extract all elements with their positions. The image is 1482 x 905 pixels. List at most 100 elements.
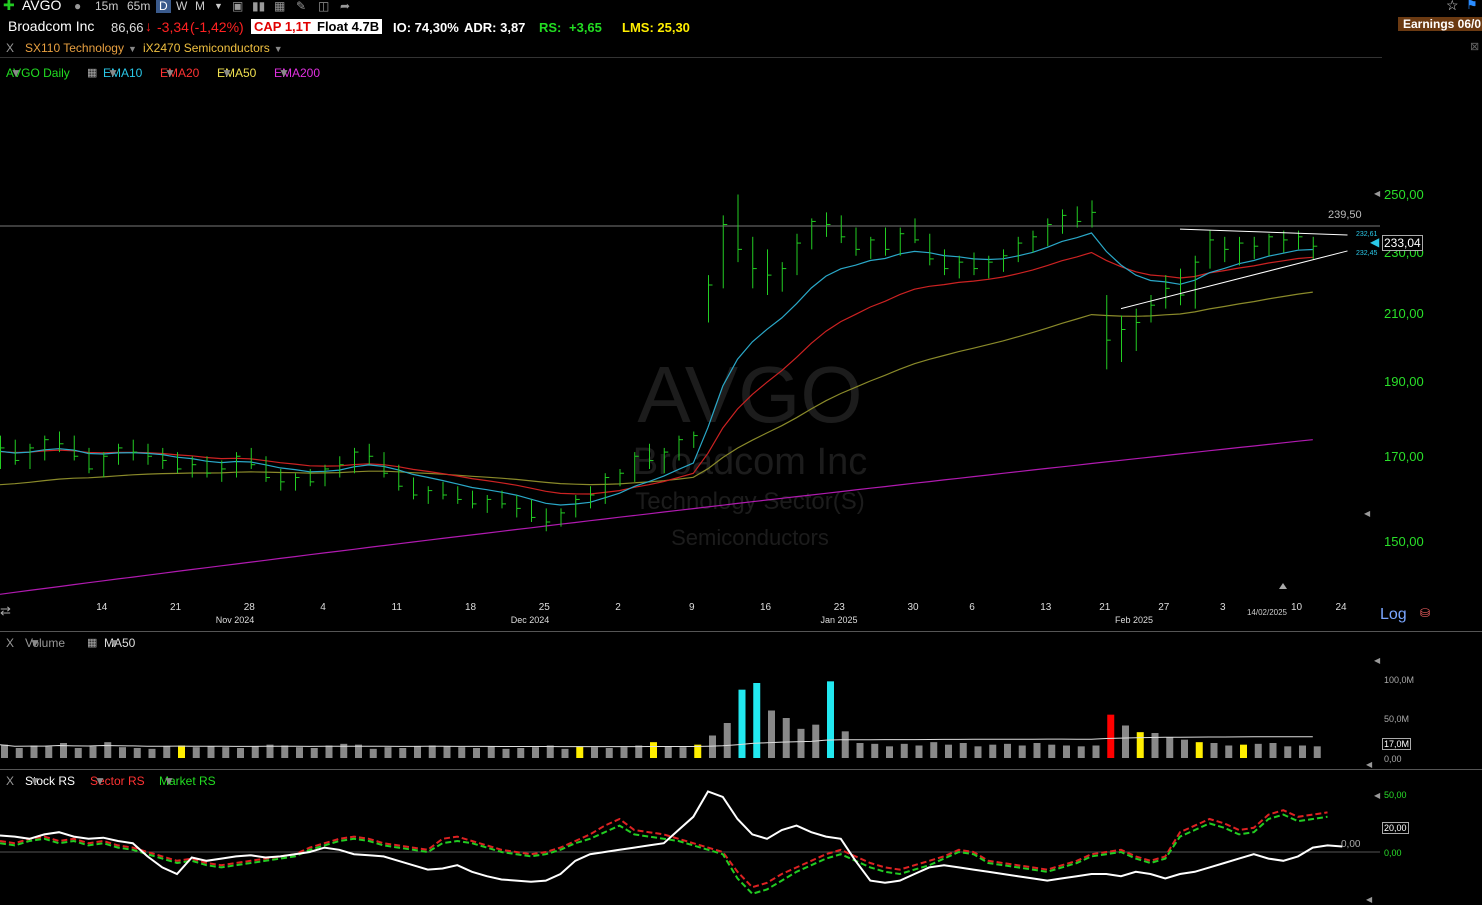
pencil-icon[interactable]: ✎: [296, 0, 306, 13]
volume-bar: [414, 746, 421, 758]
share-icon[interactable]: ➦: [340, 0, 350, 13]
volume-bar: [576, 746, 584, 758]
volume-bar: [1122, 725, 1129, 758]
volume-bar: [856, 743, 864, 758]
timeframe-m[interactable]: M: [195, 0, 205, 13]
date-tick: 16: [760, 602, 772, 613]
price-tick-250: 250,00: [1384, 187, 1424, 202]
lower-price-small: 232,45: [1356, 250, 1378, 257]
last-price: 86,66: [111, 20, 144, 35]
lms-value: LMS: 25,30: [622, 20, 690, 35]
volume-bar: [679, 747, 687, 758]
volume-rs-divider: [0, 769, 1482, 770]
timeframe-15m[interactable]: 15m: [95, 0, 118, 13]
volume-bar: [738, 689, 746, 758]
bar-style-icon[interactable]: ▮▮: [252, 0, 265, 13]
timeframe-d[interactable]: D: [156, 0, 171, 13]
volume-bar: [443, 746, 451, 758]
chevron-down-icon: ▼: [221, 66, 233, 80]
price-tick-190: 190,00: [1384, 374, 1424, 389]
date-tick: 14: [96, 602, 108, 613]
zoom-arrows-icon[interactable]: ⇄: [0, 603, 11, 619]
timeframe-65m[interactable]: 65m: [127, 0, 150, 13]
volume-bar: [1004, 743, 1011, 758]
layers-icon[interactable]: ◫: [318, 0, 329, 13]
rs-label: RS:: [539, 20, 562, 35]
date-tick: 27: [1158, 602, 1170, 613]
palette-icon[interactable]: ●: [74, 0, 81, 13]
grid-icon[interactable]: ▦: [87, 66, 97, 79]
symbol-icon: ✚: [3, 0, 15, 13]
volume-bar: [1136, 732, 1144, 758]
price-change: -3,34: [157, 19, 189, 35]
volume-bar: [399, 748, 407, 758]
date-tick: 4: [320, 602, 326, 613]
volume-bar: [1018, 745, 1026, 758]
volume-bar: [1107, 714, 1115, 758]
date-tick: 13: [1040, 602, 1052, 613]
sector-link[interactable]: SX110 Technology ▼: [25, 41, 137, 55]
rs-value: +3,65: [569, 20, 602, 35]
calculator-icon[interactable]: ▦: [274, 0, 285, 13]
price-chart[interactable]: [0, 80, 1482, 600]
ema10-line: [0, 232, 1313, 506]
volume-bar: [591, 747, 598, 758]
volume-bar: [1313, 746, 1321, 758]
volume-scroll-icon[interactable]: ◀: [1374, 656, 1380, 665]
chevron-down-icon: ▼: [108, 636, 120, 650]
toolbar: ✚ AVGO ● 15m 65m D W M ▼ ▣ ▮▮ ▦ ✎ ◫ ➦ ☆ …: [0, 0, 1482, 14]
volume-chart[interactable]: [0, 650, 1380, 760]
volume-bar: [1195, 742, 1203, 758]
chevron-down-icon: ▼: [127, 44, 137, 54]
chevron-down-icon: ▼: [164, 66, 176, 80]
volume-bar: [222, 747, 230, 758]
volume-bar: [296, 747, 303, 758]
close-group-icon[interactable]: X: [6, 41, 14, 55]
scroll-down-arrow-icon[interactable]: ◀: [1364, 509, 1370, 518]
rs-scroll-icon[interactable]: ◀: [1374, 791, 1380, 800]
volume-scroll-down-icon[interactable]: ◀: [1366, 760, 1372, 769]
volume-last-label: 17,0M: [1382, 738, 1412, 750]
lock-icon[interactable]: ⛁: [1420, 606, 1430, 620]
price-change-pct: (-1,42%): [190, 19, 244, 35]
date-tick: 25: [539, 602, 551, 613]
industry-link[interactable]: iX2470 Semiconductors ▼: [143, 41, 283, 55]
close-volume-icon[interactable]: X: [6, 636, 14, 650]
volume-bar: [89, 746, 97, 758]
timeframe-dropdown-icon[interactable]: ▼: [214, 1, 223, 11]
rs-chart[interactable]: [0, 785, 1380, 905]
volume-bar: [886, 746, 893, 758]
volume-bar: [561, 748, 569, 758]
volume-tick-0: 0,00: [1384, 754, 1402, 764]
volume-bar: [207, 746, 215, 758]
volume-tick-50m: 50,0M: [1384, 714, 1410, 724]
volume-bar: [989, 744, 997, 758]
volume-bar: [45, 746, 53, 758]
group-line: X SX110 Technology ▼ iX2470 Semiconductor…: [0, 40, 1482, 56]
volume-bar: [1166, 737, 1174, 758]
price-tick-170: 170,00: [1384, 449, 1424, 464]
symbol-label[interactable]: AVGO: [22, 0, 61, 13]
timeframe-w[interactable]: W: [176, 0, 187, 13]
rs-scroll-down-icon[interactable]: ◀: [1366, 895, 1372, 904]
scroll-up-arrow-icon[interactable]: ◀: [1374, 189, 1380, 198]
market-rs-line: [0, 813, 1328, 895]
rs-tick-50: 50,00: [1384, 790, 1407, 800]
last-price-label: 233,04: [1382, 235, 1423, 251]
industry-label: iX2470 Semiconductors: [143, 41, 270, 55]
volume-bar: [664, 746, 672, 758]
volume-bar: [871, 743, 879, 758]
grid-icon[interactable]: ▦: [87, 636, 97, 649]
chart-type-icon[interactable]: ▣: [232, 0, 243, 13]
volume-bar: [959, 743, 967, 758]
quote-header: Broadcom Inc 86,66 ↓ -3,34 (-1,42%) CAP …: [0, 17, 1482, 37]
date-tick: 10: [1291, 602, 1303, 613]
market-cap-badge: CAP 1,1T: [251, 19, 314, 34]
log-scale-toggle[interactable]: Log: [1380, 606, 1407, 624]
rs-axis: ◀ 50,00 20,00 0,00 0,00 ◀: [1341, 785, 1482, 905]
date-tick: 3: [1220, 602, 1226, 613]
volume-bar: [782, 718, 790, 758]
volume-bar: [428, 745, 436, 758]
month-label: Jan 2025: [820, 615, 857, 625]
ema200-line: [0, 439, 1313, 595]
